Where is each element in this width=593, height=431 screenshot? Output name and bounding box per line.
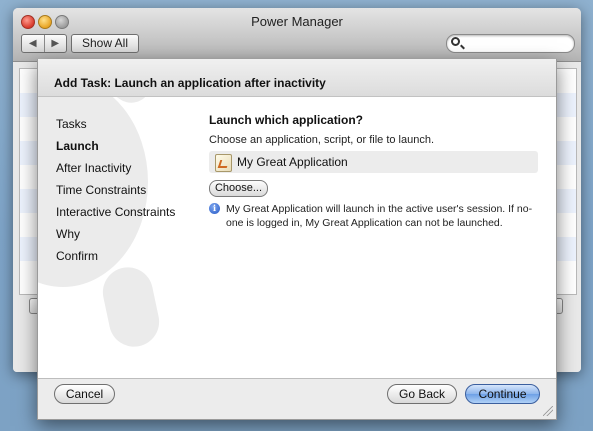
- nav-forward-button[interactable]: ▶: [45, 35, 67, 52]
- selected-application-name: My Great Application: [237, 155, 348, 169]
- resize-grip-icon[interactable]: [543, 406, 553, 416]
- sheet-content: Tasks Launch After Inactivity Time Const…: [38, 97, 556, 379]
- step-time-constraints: Time Constraints: [56, 183, 147, 197]
- launch-pane: Launch which application? Choose an appl…: [209, 113, 544, 229]
- cancel-button[interactable]: Cancel: [54, 384, 115, 404]
- search-field[interactable]: [446, 34, 575, 53]
- step-why: Why: [56, 227, 80, 241]
- step-launch: Launch: [56, 139, 99, 153]
- show-all-button[interactable]: Show All: [71, 34, 139, 53]
- step-interactive-constraints: Interactive Constraints: [56, 205, 176, 219]
- wizard-steps-list: Tasks Launch After Inactivity Time Const…: [56, 113, 175, 267]
- pane-description: Choose an application, script, or file t…: [209, 134, 435, 146]
- choose-button[interactable]: Choose...: [209, 180, 268, 197]
- window-toolbar: Power Manager ◀ ▶ Show All: [13, 8, 581, 62]
- sheet-title: Add Task: Launch an application after in…: [54, 76, 326, 90]
- sheet-footer: Cancel Go Back Continue: [38, 379, 556, 419]
- application-icon: [215, 154, 232, 172]
- selected-application-field: My Great Application: [209, 151, 538, 173]
- step-tasks: Tasks: [56, 117, 87, 131]
- power-watermark-graphic-part: [98, 262, 164, 352]
- step-after-inactivity: After Inactivity: [56, 161, 132, 175]
- sheet-header: Add Task: Launch an application after in…: [38, 59, 556, 97]
- info-message: My Great Application will launch in the …: [226, 203, 533, 229]
- back-forward-control: ◀ ▶: [21, 34, 67, 53]
- search-icon: [451, 37, 460, 46]
- window-title: Power Manager: [251, 14, 343, 29]
- info-icon: i: [209, 203, 220, 214]
- add-task-sheet: Add Task: Launch an application after in…: [37, 59, 557, 420]
- go-back-button[interactable]: Go Back: [387, 384, 457, 404]
- pane-heading: Launch which application?: [209, 113, 364, 127]
- step-confirm: Confirm: [56, 249, 99, 263]
- continue-button[interactable]: Continue: [465, 384, 540, 404]
- nav-back-button[interactable]: ◀: [22, 35, 45, 52]
